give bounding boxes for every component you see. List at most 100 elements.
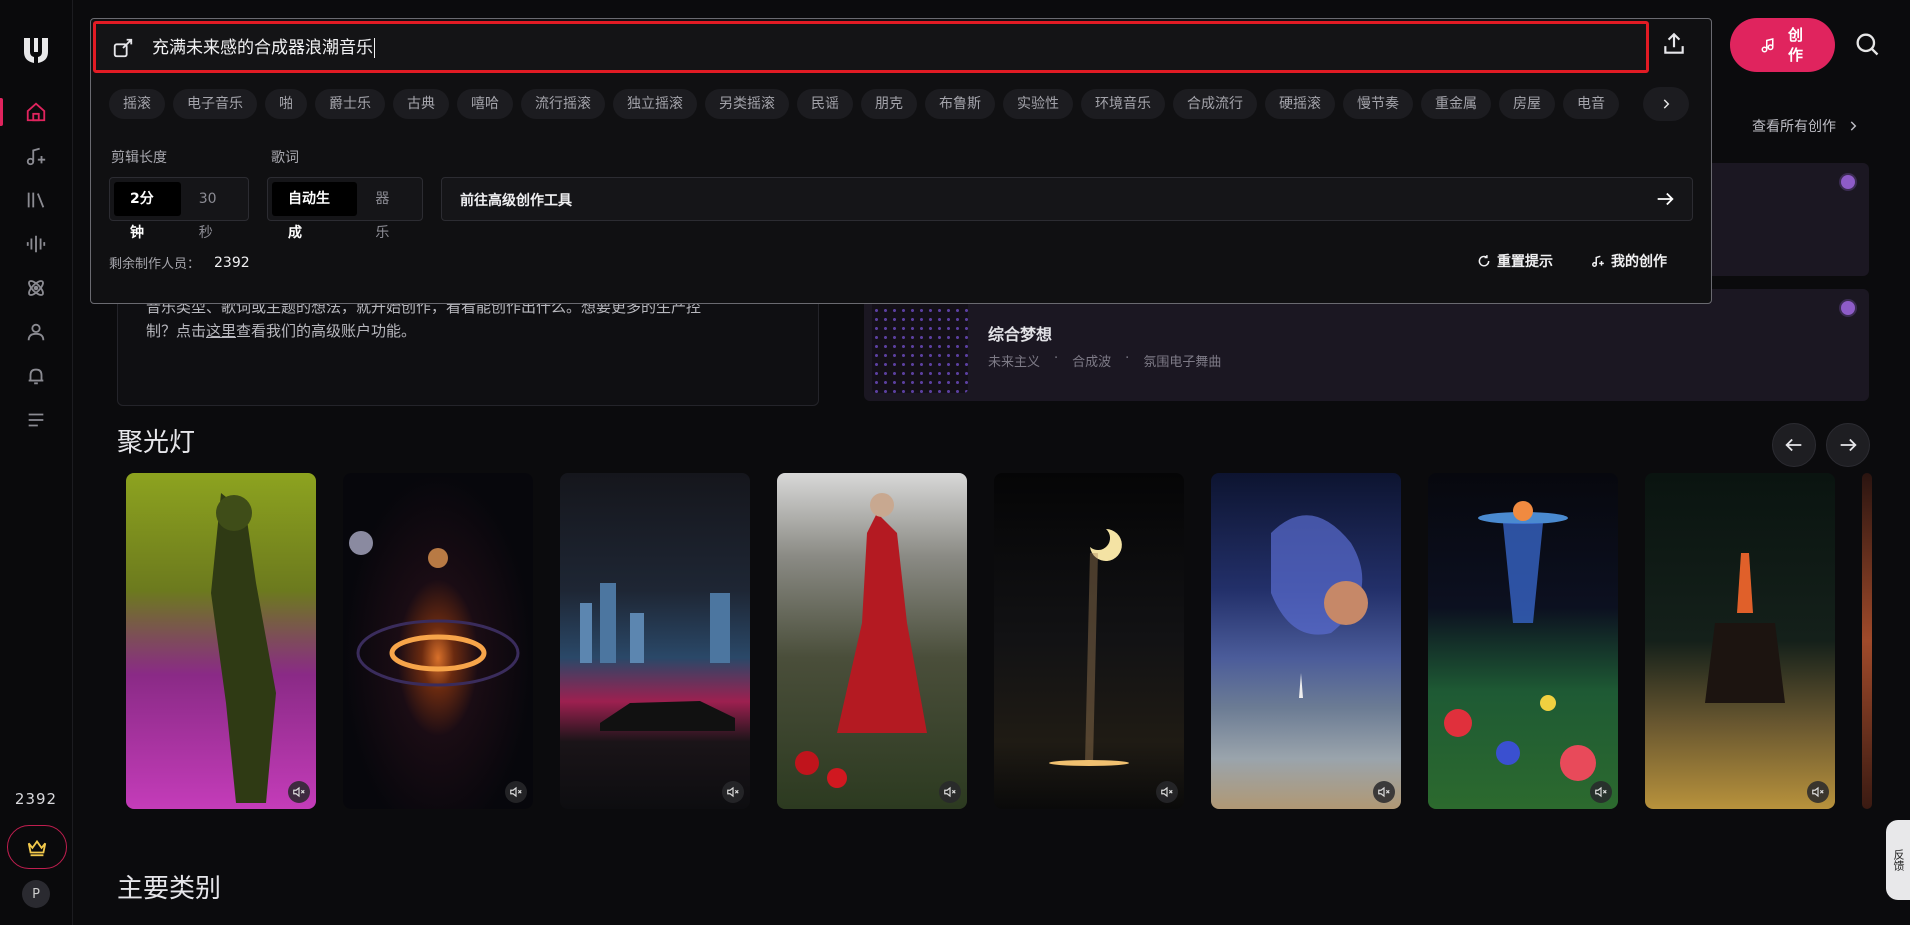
genre-tag[interactable]: 民谣: [797, 89, 853, 119]
tag-separator: ·: [1125, 351, 1130, 366]
prompt-input[interactable]: 充满未来感的合成器浪潮音乐: [93, 21, 1649, 73]
genre-tag[interactable]: 布鲁斯: [925, 89, 995, 119]
main-categories-title: 主要类别: [117, 874, 222, 904]
spotlight-card[interactable]: [994, 473, 1184, 809]
spotlight-card[interactable]: [1211, 473, 1401, 809]
library-icon[interactable]: [22, 186, 50, 214]
genre-tag[interactable]: 硬摇滚: [1265, 89, 1335, 119]
spotlight-card[interactable]: [126, 473, 316, 809]
home-icon[interactable]: [22, 98, 50, 126]
song-tag: 未来主义: [988, 355, 1041, 370]
artwork-horse-rider: [1705, 553, 1785, 703]
genre-tag[interactable]: 电子音乐: [173, 89, 257, 119]
genre-tags: 摇滚 电子音乐 啪 爵士乐 古典 嘻哈 流行摇滚 独立摇滚 另类摇滚 民谣 朋克…: [109, 89, 1659, 121]
remaining-credits: 剩余制作人员： 2392: [109, 253, 250, 273]
spotlight-prev-button[interactable]: [1772, 423, 1816, 467]
mute-icon[interactable]: [505, 781, 527, 803]
prompt-text[interactable]: 充满未来感的合成器浪潮音乐: [152, 38, 375, 58]
spotlight-card[interactable]: [560, 473, 750, 809]
artwork-cat-figure: [211, 493, 276, 803]
mute-icon[interactable]: [1156, 781, 1178, 803]
mute-icon[interactable]: [939, 781, 961, 803]
spotlight-card[interactable]: [1862, 473, 1872, 809]
clip-length-toggle: 2分钟 30秒: [109, 177, 249, 241]
artwork-city-car: [580, 583, 735, 731]
search-icon[interactable]: [1853, 30, 1885, 62]
genre-tag[interactable]: 重金属: [1421, 89, 1491, 119]
avatar[interactable]: P: [22, 880, 50, 908]
arrow-left-icon: [1785, 438, 1802, 452]
active-indicator: [0, 98, 3, 126]
spotlight-title: 聚光灯: [117, 428, 196, 458]
create-button[interactable]: 创作: [1730, 18, 1835, 72]
waveform-icon[interactable]: [22, 230, 50, 258]
feedback-tab[interactable]: 反馈: [1886, 820, 1910, 900]
song-tag: 氛围电子舞曲: [1143, 355, 1222, 370]
user-icon[interactable]: [22, 318, 50, 346]
arrow-right-icon: [1654, 188, 1676, 210]
mute-icon[interactable]: [1590, 781, 1612, 803]
lyrics-option-instrumental[interactable]: 器乐: [359, 182, 418, 241]
bell-icon[interactable]: [22, 362, 50, 390]
reset-prompt-button[interactable]: 重置提示: [1477, 251, 1553, 271]
genre-tag[interactable]: 爵士乐: [315, 89, 385, 119]
artwork-red-dress: [795, 493, 927, 788]
sidebar: 2392 P: [0, 0, 73, 925]
status-dot: [1841, 175, 1855, 189]
my-creations-button[interactable]: 我的创作: [1591, 251, 1667, 271]
spotlight-next-button[interactable]: [1826, 423, 1870, 467]
genre-tag[interactable]: 另类摇滚: [705, 89, 789, 119]
recent-song-card[interactable]: 综合梦想 未来主义 · 合成波 · 氛围电子舞曲: [864, 289, 1869, 401]
genre-tag[interactable]: 房屋: [1499, 89, 1555, 119]
premium-link[interactable]: 这里: [206, 322, 236, 340]
genre-tag[interactable]: 古典: [393, 89, 449, 119]
tags-next-button[interactable]: [1643, 87, 1689, 121]
crown-icon: [27, 839, 47, 857]
music-create-icon[interactable]: [22, 142, 50, 170]
clip-option-2min[interactable]: 2分钟: [114, 182, 181, 241]
clip-option-30s[interactable]: 30秒: [183, 182, 244, 241]
genre-tag[interactable]: 流行摇滚: [521, 89, 605, 119]
app-logo[interactable]: [22, 34, 50, 64]
genre-tag[interactable]: 独立摇滚: [613, 89, 697, 119]
remaining-value: 2392: [214, 254, 250, 271]
genre-tag[interactable]: 慢节奏: [1343, 89, 1413, 119]
advanced-tools-button[interactable]: 前往高级创作工具: [441, 177, 1693, 221]
advanced-tools-label: 前往高级创作工具: [460, 193, 572, 209]
prompt-edit-icon[interactable]: [112, 37, 134, 59]
mute-icon[interactable]: [722, 781, 744, 803]
lyrics-option-auto[interactable]: 自动生成: [272, 182, 358, 241]
mute-icon[interactable]: [1373, 781, 1395, 803]
upload-icon[interactable]: [1661, 31, 1691, 61]
genre-tag[interactable]: 环境音乐: [1081, 89, 1165, 119]
chevron-right-icon: [1663, 99, 1670, 109]
credits-count: 2392: [14, 790, 58, 808]
spotlight-card[interactable]: [343, 473, 533, 809]
mute-icon[interactable]: [288, 781, 310, 803]
genre-tag[interactable]: 实验性: [1003, 89, 1073, 119]
genre-tag[interactable]: 朋克: [861, 89, 917, 119]
genre-tag[interactable]: 嘻哈: [457, 89, 513, 119]
artwork-galaxy: [349, 531, 520, 687]
remaining-label: 剩余制作人员：: [109, 257, 201, 272]
spotlight-card[interactable]: [1428, 473, 1618, 809]
lyrics-toggle: 自动生成 器乐: [267, 177, 423, 241]
genre-tag[interactable]: 合成流行: [1173, 89, 1257, 119]
chevron-right-icon: [1850, 121, 1857, 131]
spotlight-card[interactable]: [777, 473, 967, 809]
arrow-right-icon: [1840, 438, 1857, 452]
atom-icon[interactable]: [22, 274, 50, 302]
view-all-creations-link[interactable]: 查看所有创作: [1752, 116, 1860, 136]
mute-icon[interactable]: [1807, 781, 1829, 803]
menu-icon[interactable]: [22, 406, 50, 434]
song-tag: 合成波: [1072, 355, 1112, 370]
status-dot: [1841, 301, 1855, 315]
song-thumbnail: [872, 297, 968, 393]
view-all-label: 查看所有创作: [1752, 119, 1836, 135]
genre-tag[interactable]: 摇滚: [109, 89, 165, 119]
spotlight-card[interactable]: [1645, 473, 1835, 809]
info-text-segment: 制？点击: [146, 322, 207, 340]
upgrade-button[interactable]: [7, 825, 67, 869]
genre-tag[interactable]: 啪: [265, 89, 307, 119]
genre-tag[interactable]: 电音: [1563, 89, 1619, 119]
